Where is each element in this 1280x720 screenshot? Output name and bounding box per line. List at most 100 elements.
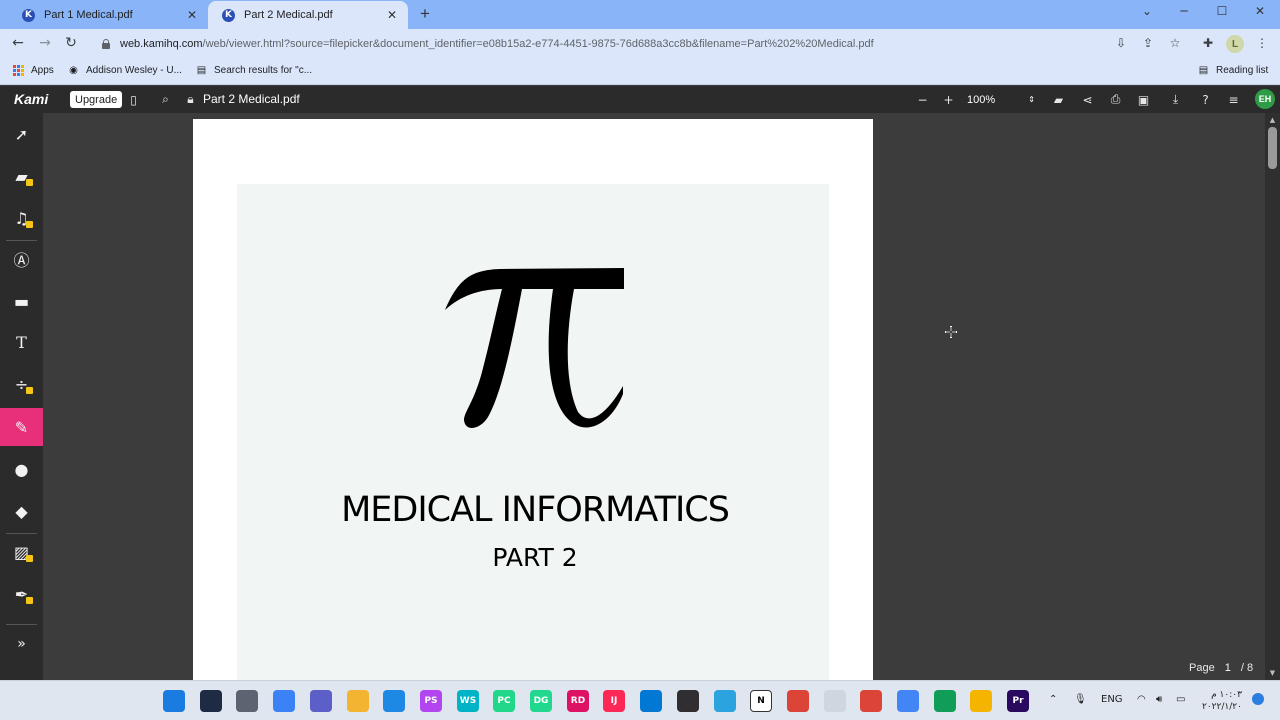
pycharm-icon[interactable]: PC (493, 690, 515, 712)
chatgpt-icon[interactable] (824, 690, 846, 712)
signature-tool[interactable]: ✒ (0, 575, 43, 613)
share-icon[interactable]: ⋖ (1079, 91, 1096, 108)
help-icon[interactable]: ? (1197, 91, 1214, 108)
drawing-tool[interactable]: ✎ (0, 408, 43, 446)
download-icon[interactable]: ⤓ (1167, 91, 1184, 108)
select-tool[interactable]: ➚ (0, 115, 43, 153)
dictionary-tool[interactable]: ▰ (0, 157, 43, 195)
intellij-icon[interactable]: IJ (603, 690, 625, 712)
menu-icon[interactable]: ≡ (1225, 91, 1242, 108)
bookmark-addison-wesley[interactable]: ◉ Addison Wesley - U... (67, 64, 182, 77)
forward-button[interactable]: → (36, 34, 54, 52)
install-app-icon[interactable]: ⇩ (1113, 35, 1129, 51)
address-bar[interactable]: web.kamihq.com/web/viewer.html?source=fi… (90, 32, 1190, 55)
file-explorer-icon[interactable] (347, 690, 369, 712)
microphone-icon[interactable]: 🎙︎ (1074, 694, 1087, 705)
clock-date: ٢٠٢٢/١/٢٠ (1202, 702, 1242, 712)
volume-icon[interactable]: 🔊︎ (1156, 694, 1162, 705)
language-indicator[interactable]: ENG (1101, 694, 1123, 705)
notification-icon[interactable] (1252, 693, 1264, 705)
current-page-input[interactable]: 1 (1225, 662, 1231, 674)
scrollbar-thumb[interactable] (1268, 127, 1277, 169)
chrome-4-icon[interactable] (934, 690, 956, 712)
tab-part-1[interactable]: K Part 1 Medical.pdf ✕ (8, 1, 208, 29)
eraser-tool[interactable]: ◆ (0, 492, 43, 530)
zoom-select[interactable]: 100% ⇕ (962, 91, 1040, 108)
apps-grid-icon (12, 64, 25, 77)
bookmark-star-icon[interactable]: ☆ (1167, 35, 1183, 51)
equation-tool[interactable]: ÷ (0, 365, 43, 403)
open-folder-icon[interactable]: ▰ (1050, 91, 1067, 108)
widgets-icon[interactable] (273, 690, 295, 712)
mail-icon[interactable] (383, 690, 405, 712)
save-icon[interactable]: ▣ (1135, 91, 1152, 108)
tool-sidebar: ➚ ▰ ♫ Ⓐ ▬ T ÷ ✎ ● ◆ ▨ ✒ » (0, 113, 43, 680)
tab-part-2[interactable]: K Part 2 Medical.pdf ✕ (208, 1, 408, 29)
lock-icon (26, 387, 33, 394)
search-icon[interactable]: ⌕ (157, 91, 174, 108)
chrome-5-icon[interactable] (970, 690, 992, 712)
back-button[interactable]: ← (9, 34, 27, 52)
add-media-tool[interactable]: ▨ (0, 533, 43, 571)
bookmark-search-results[interactable]: ▤ Search results for "c... (195, 64, 312, 77)
zoom-out-icon[interactable]: − (914, 91, 931, 108)
comment-tool[interactable]: ▬ (0, 282, 43, 320)
close-tab-icon[interactable]: ✕ (184, 7, 200, 23)
bookmark-apps[interactable]: Apps (12, 64, 54, 77)
shapes-tool[interactable]: ● (0, 450, 43, 488)
comment-bubble-icon: ▬ (13, 291, 30, 311)
bookmark-label: Search results for "c... (214, 65, 313, 76)
chrome-1-icon[interactable] (787, 690, 809, 712)
close-tab-icon[interactable]: ✕ (384, 7, 400, 23)
wifi-icon[interactable]: ◠ (1137, 694, 1146, 705)
search-icon[interactable] (200, 690, 222, 712)
task-view-icon[interactable] (236, 690, 258, 712)
windows-start-icon[interactable] (163, 690, 185, 712)
close-window-button[interactable]: ✕ (1250, 4, 1270, 18)
taskbar-clock[interactable]: ١٠:٠٣ م ٢٠٢٢/١/٢٠ (1202, 689, 1242, 713)
share-icon[interactable]: ⇪ (1140, 35, 1156, 51)
reading-list[interactable]: ▤ Reading list (1197, 64, 1269, 77)
new-tab-button[interactable]: + (416, 4, 434, 23)
notion-icon[interactable]: N (750, 690, 772, 712)
text-to-speech-tool[interactable]: ♫ (0, 199, 43, 237)
expand-sidebar-button[interactable]: » (0, 625, 43, 663)
vertical-scrollbar[interactable] (1265, 113, 1280, 680)
page-indicator: Page 1 / 8 (1189, 662, 1253, 674)
telegram-icon[interactable] (714, 690, 736, 712)
phpstorm-icon[interactable]: PS (420, 690, 442, 712)
battery-icon[interactable]: ▭ (1176, 694, 1185, 705)
maximize-button[interactable]: ☐ (1212, 4, 1232, 18)
profile-avatar[interactable]: L (1226, 35, 1244, 53)
tab-title: Part 1 Medical.pdf (44, 9, 133, 21)
obs-icon[interactable] (677, 690, 699, 712)
webstorm-icon[interactable]: WS (457, 690, 479, 712)
document-name[interactable]: Part 2 Medical.pdf (203, 92, 300, 106)
sidebar-toggle-icon[interactable]: ▯ (125, 91, 142, 108)
azure-data-studio-icon[interactable] (640, 690, 662, 712)
scroll-down-icon[interactable]: ▼ (1268, 669, 1277, 677)
mouse-cursor-icon (945, 326, 957, 338)
markup-tool[interactable]: Ⓐ (0, 240, 43, 278)
rider-icon[interactable]: RD (567, 690, 589, 712)
user-avatar[interactable]: EH (1255, 89, 1275, 109)
reload-button[interactable]: ↻ (62, 34, 80, 52)
show-hidden-icons-icon[interactable]: ⌃ (1049, 694, 1057, 705)
tab-search-icon[interactable]: ⌄ (1137, 4, 1157, 18)
chrome-menu-icon[interactable]: ⋮ (1254, 35, 1270, 51)
premiere-icon[interactable]: Pr (1007, 690, 1029, 712)
print-icon[interactable]: ⎙ (1107, 91, 1124, 108)
page-icon: ▤ (196, 65, 207, 76)
extensions-puzzle-icon[interactable]: ✚ (1200, 35, 1216, 51)
datagrip-icon[interactable]: DG (530, 690, 552, 712)
text-tool[interactable]: T (0, 323, 43, 361)
zoom-in-icon[interactable]: + (940, 91, 957, 108)
teams-icon[interactable] (310, 690, 332, 712)
scroll-up-icon[interactable]: ▲ (1268, 116, 1277, 124)
kami-logo[interactable]: Kami (14, 91, 48, 107)
upgrade-button[interactable]: Upgrade (70, 91, 123, 108)
chrome-3-icon[interactable] (897, 690, 919, 712)
chrome-2-icon[interactable] (860, 690, 882, 712)
minimize-button[interactable]: ─ (1174, 4, 1194, 18)
zoom-value: 100% (967, 93, 996, 106)
